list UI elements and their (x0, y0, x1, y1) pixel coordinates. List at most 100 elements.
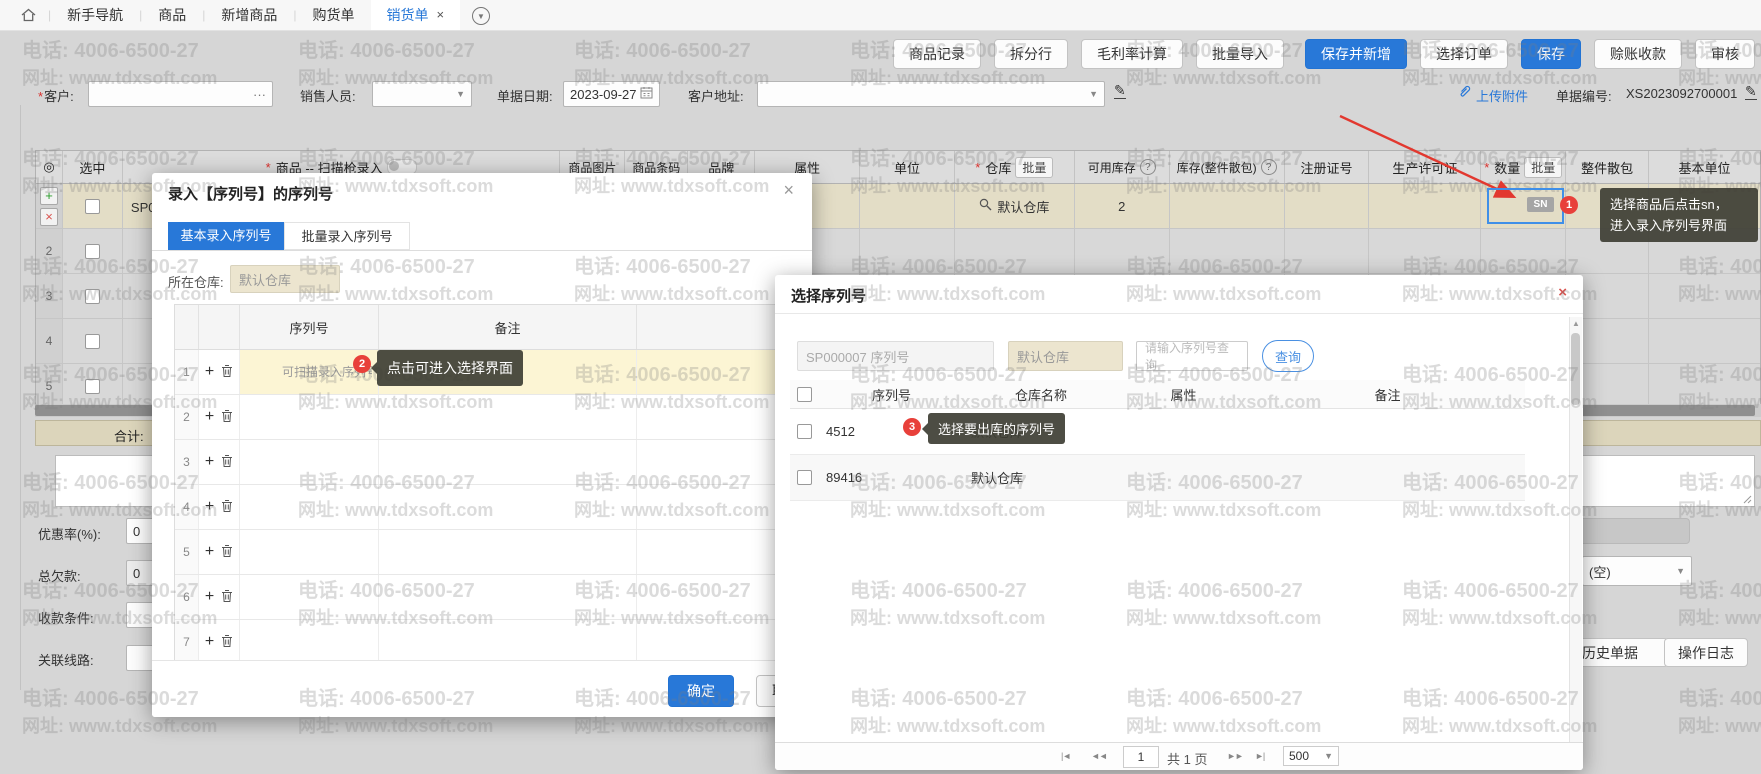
tab-sales-order[interactable]: 销货单 × (371, 0, 461, 30)
audit-button[interactable]: 审核 (1695, 39, 1755, 69)
home-icon[interactable] (20, 7, 37, 28)
salesperson-select[interactable]: ▼ (372, 81, 472, 107)
serial-entry-row: 4+ (175, 485, 796, 530)
query-button[interactable]: 查询 (1262, 340, 1314, 372)
trash-icon[interactable] (221, 544, 233, 561)
vertical-scrollbar[interactable]: ▲ (1569, 317, 1582, 742)
save-and-new-button[interactable]: 保存并新增 (1305, 39, 1407, 69)
tab-basic-serial[interactable]: 基本录入序列号 (168, 222, 284, 250)
scrollbar-thumb[interactable] (1571, 333, 1580, 405)
qty-batch-button[interactable]: 批量 (1524, 157, 1562, 178)
row-checkbox[interactable] (797, 470, 812, 485)
trash-icon[interactable] (221, 499, 233, 516)
tab-purchase-order[interactable]: 购货单 (297, 0, 371, 30)
col-warehouse: * 仓库 批量 (955, 151, 1075, 183)
lookup-ellipsis-icon[interactable]: ··· (253, 87, 266, 102)
available-stock-cell: 2 (1075, 184, 1170, 228)
select-order-button[interactable]: 选择订单 (1420, 39, 1508, 69)
serial-input-cell[interactable] (240, 620, 379, 664)
warehouse-disabled-input: 默认仓库 (230, 265, 340, 293)
doc-date-label: 单据日期: (497, 86, 553, 105)
total-debt-label: 总欠款: (38, 566, 81, 585)
select-all-checkbox[interactable] (797, 387, 812, 402)
gear-icon[interactable]: ◎ (36, 151, 63, 183)
add-serial-icon[interactable]: + (205, 588, 214, 606)
serial-row-4512[interactable]: 4512 默认仓库 (790, 409, 1525, 455)
tab-new-product[interactable]: 新增商品 (205, 0, 293, 30)
tab-bar: | 新手导航 | 商品 | 新增商品 | 购货单 销货单 × ▼ (0, 0, 1761, 31)
step2-badge: 2 (353, 355, 371, 373)
serial-input-cell[interactable] (240, 530, 379, 574)
warehouse-cell[interactable]: 默认仓库 (955, 184, 1075, 228)
add-serial-icon[interactable]: + (205, 543, 214, 561)
trash-icon[interactable] (221, 454, 233, 471)
col-base-unit: 基本单位 (1649, 151, 1760, 183)
split-row-button[interactable]: 拆分行 (994, 39, 1068, 69)
add-row-icon[interactable]: + (40, 187, 58, 205)
add-serial-icon[interactable]: + (205, 408, 214, 426)
gross-margin-button[interactable]: 毛利率计算 (1081, 39, 1183, 69)
add-serial-icon[interactable]: + (205, 363, 214, 381)
trash-icon[interactable] (221, 409, 233, 426)
prev-page-icon[interactable]: ◄◄ (1091, 751, 1107, 761)
product-filter-input: SP000007 序列号 (797, 341, 994, 371)
page-input[interactable]: 1 (1123, 746, 1159, 768)
serial-input-cell[interactable] (240, 575, 379, 619)
tab-batch-serial[interactable]: 批量录入序列号 (284, 222, 410, 250)
tab-history-icon[interactable]: ▼ (472, 7, 490, 25)
serial-input-cell[interactable] (240, 485, 379, 529)
row-checkbox[interactable] (85, 379, 100, 394)
tab-close-icon[interactable]: × (437, 0, 445, 30)
modal2-close-icon[interactable]: × (1558, 285, 1567, 300)
address-edit-icon[interactable]: ✎ (1114, 83, 1126, 99)
tab-products[interactable]: 商品 (142, 0, 202, 30)
upload-attachment-link[interactable]: 上传附件 (1476, 86, 1528, 105)
resize-handle-icon[interactable] (1742, 494, 1752, 504)
serial-row-89416[interactable]: 89416 默认仓库 (790, 455, 1525, 501)
serial-entry-row: 7+ (175, 620, 796, 665)
modal1-close-icon[interactable]: × (783, 181, 794, 199)
tab-guide[interactable]: 新手导航 (51, 0, 139, 30)
row-checkbox[interactable] (85, 199, 100, 214)
help-icon[interactable]: ? (1140, 159, 1156, 175)
confirm-button[interactable]: 确定 (668, 675, 734, 707)
doc-date-input[interactable]: 2023-09-27 (563, 81, 660, 107)
row-checkbox[interactable] (85, 289, 100, 304)
warehouse-batch-button[interactable]: 批量 (1015, 157, 1053, 178)
calendar-icon[interactable] (640, 86, 653, 102)
add-serial-icon[interactable]: + (205, 498, 214, 516)
credit-collect-button[interactable]: 赊账收款 (1594, 39, 1682, 69)
serial-input-cell[interactable] (240, 440, 379, 484)
doc-no-edit-icon[interactable]: ✎ (1745, 84, 1757, 100)
operation-log-button[interactable]: 操作日志 (1664, 638, 1748, 667)
trash-icon[interactable] (221, 589, 233, 606)
trash-icon[interactable] (221, 634, 233, 651)
modal1-title: 录入【序列号】的序列号 (168, 183, 333, 204)
save-button[interactable]: 保存 (1521, 39, 1581, 69)
add-serial-icon[interactable]: + (205, 633, 214, 651)
next-page-icon[interactable]: ►► (1227, 751, 1243, 761)
search-icon[interactable] (979, 198, 992, 214)
chevron-down-icon: ▼ (1089, 89, 1098, 99)
add-serial-icon[interactable]: + (205, 453, 214, 471)
row-checkbox[interactable] (797, 424, 812, 439)
delete-row-icon[interactable]: × (40, 208, 58, 226)
col-remark: 备注 (379, 305, 637, 349)
empty-select[interactable]: (空) ▼ (1582, 556, 1692, 586)
help-icon[interactable]: ? (1261, 159, 1277, 175)
row-checkbox[interactable] (85, 334, 100, 349)
col-serial-no: 序列号 (240, 305, 379, 349)
sn-badge[interactable]: SN (1527, 197, 1554, 212)
first-page-icon[interactable]: |◄ (1061, 751, 1070, 761)
serial-input-cell[interactable] (240, 395, 379, 439)
customer-input[interactable]: ··· (88, 81, 273, 107)
row-checkbox[interactable] (85, 244, 100, 259)
serial-search-input[interactable]: 请输入序列号查询 (1136, 341, 1248, 371)
last-page-icon[interactable]: ►| (1255, 751, 1264, 761)
batch-import-button[interactable]: 批量导入 (1196, 39, 1284, 69)
product-record-button[interactable]: 商品记录 (893, 39, 981, 69)
scroll-up-icon[interactable]: ▲ (1572, 319, 1580, 328)
page-size-select[interactable]: 500 ▼ (1283, 746, 1339, 766)
trash-icon[interactable] (221, 364, 233, 381)
customer-address-select[interactable]: ▼ (757, 81, 1105, 107)
